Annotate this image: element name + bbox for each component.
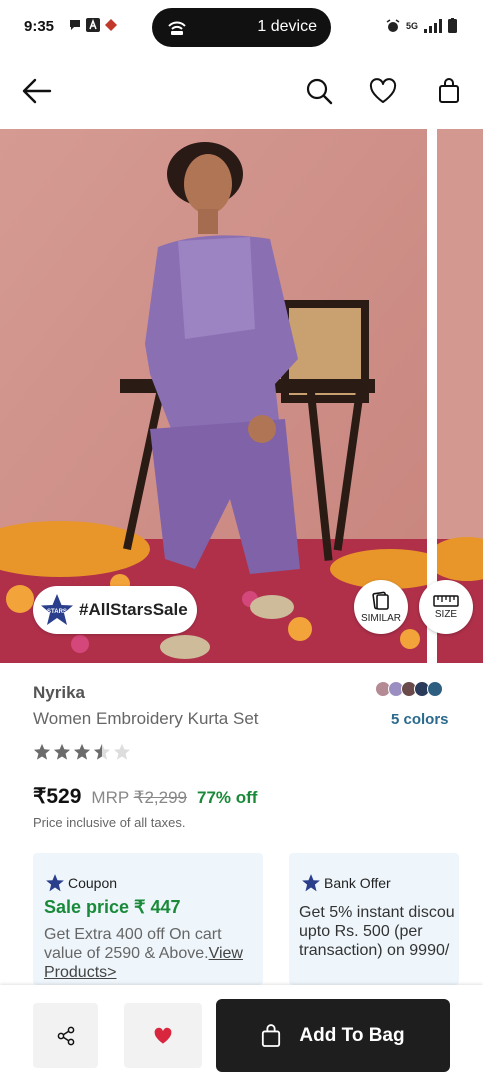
sale-badge-text: #AllStarsSale (79, 600, 188, 619)
app-header (0, 60, 483, 124)
similar-icon (372, 591, 389, 610)
mrp-label: MRP (91, 788, 130, 807)
wishlist-button[interactable] (124, 1003, 202, 1068)
coupon-desc-text: Get Extra 400 off On cart value of 2590 … (44, 926, 222, 962)
stars-logo-text: STARS (47, 609, 67, 615)
bank-offer-line: transaction) on 9990/ (299, 942, 450, 959)
share-icon (57, 1026, 74, 1045)
bag-icon (439, 78, 459, 103)
status-time: 9:35 (24, 18, 55, 35)
bank-offer-line: Get 5% instant discou (299, 904, 455, 921)
size-label: SIZE (434, 608, 458, 620)
bank-offer-line: upto Rs. 500 (per (299, 923, 423, 940)
price-row: ₹529 MRP ₹2,299 77% off (33, 784, 257, 809)
heart-icon (369, 78, 397, 103)
colors-link[interactable]: 5 colors (391, 711, 449, 728)
coupon-description: Get Extra 400 off On cart value of 2590 … (44, 925, 259, 982)
rating-stars[interactable] (33, 743, 131, 761)
similar-button[interactable]: SIMILAR (354, 580, 408, 634)
product-photo (0, 129, 427, 663)
stars-logo-icon (46, 874, 64, 892)
alarm-icon (386, 18, 400, 32)
tax-note: Price inclusive of all taxes. (33, 815, 186, 830)
chat-icon (70, 20, 80, 30)
back-button[interactable] (20, 74, 54, 108)
battery-icon (448, 18, 457, 33)
status-system-icons: 5G (386, 18, 457, 33)
share-button[interactable] (33, 1003, 98, 1068)
wishlist-header-button[interactable] (366, 74, 400, 108)
product-image-carousel[interactable] (0, 129, 483, 663)
coupon-header: Coupon (45, 873, 117, 893)
similar-label: SIMILAR (360, 612, 401, 624)
stars-logo-icon: STARS (41, 594, 73, 625)
color-swatch[interactable] (427, 681, 443, 697)
mrp-value: ₹2,299 (133, 788, 187, 807)
status-bar: 9:35 1 device 5G (0, 0, 483, 56)
color-swatches[interactable] (375, 681, 455, 697)
signal-icon (424, 18, 442, 33)
star-half-icon (93, 743, 111, 760)
discount-percent: 77% off (197, 788, 258, 807)
all-stars-sale-badge[interactable]: STARS #AllStarsSale (33, 586, 197, 634)
device-count: 1 device (257, 18, 317, 35)
add-to-bag-label: Add To Bag (299, 1024, 405, 1046)
heart-filled-icon (154, 1027, 172, 1044)
bag-button[interactable] (432, 74, 466, 108)
bottom-action-bar: Add To Bag (0, 985, 483, 1080)
size-button[interactable]: SIZE (419, 580, 473, 634)
ruler-icon (433, 594, 459, 607)
hotspot-icon (168, 21, 186, 35)
sale-price: ₹529 (33, 785, 82, 808)
star-full-icon (33, 743, 51, 760)
product-screen: 9:35 1 device 5G STARS #AllStarsSale SIM… (0, 0, 483, 1080)
back-arrow-icon (22, 78, 52, 104)
product-brand[interactable]: Nyrika (33, 683, 85, 703)
search-icon (306, 78, 333, 105)
bank-offer-title: Bank Offer (324, 875, 391, 891)
star-full-icon (53, 743, 71, 760)
star-empty-icon (113, 743, 131, 760)
product-title: Women Embroidery Kurta Set (33, 709, 259, 728)
coupon-offer-card[interactable]: Coupon Sale price ₹ 447 Get Extra 400 of… (33, 853, 263, 985)
add-to-bag-button[interactable]: Add To Bag (216, 999, 450, 1072)
app-red-icon (105, 19, 117, 31)
app-a-icon (86, 18, 100, 32)
bag-icon (262, 1023, 281, 1047)
bank-offer-header: Bank Offer (301, 873, 391, 893)
star-full-icon (73, 743, 91, 760)
bank-offer-card[interactable]: Bank Offer Get 5% instant discou upto Rs… (289, 853, 459, 985)
status-notification-icons (68, 18, 118, 32)
coupon-sale-price: Sale price ₹ 447 (44, 897, 181, 917)
stars-logo-icon (302, 874, 320, 892)
bank-offer-description: Get 5% instant discou upto Rs. 500 (per … (299, 903, 459, 960)
search-button[interactable] (302, 74, 336, 108)
product-image[interactable] (0, 129, 427, 663)
network-type: 5G (405, 20, 418, 31)
coupon-title: Coupon (68, 875, 118, 891)
device-pill[interactable]: 1 device (152, 8, 331, 47)
mrp-group: MRP ₹2,299 (91, 788, 187, 808)
